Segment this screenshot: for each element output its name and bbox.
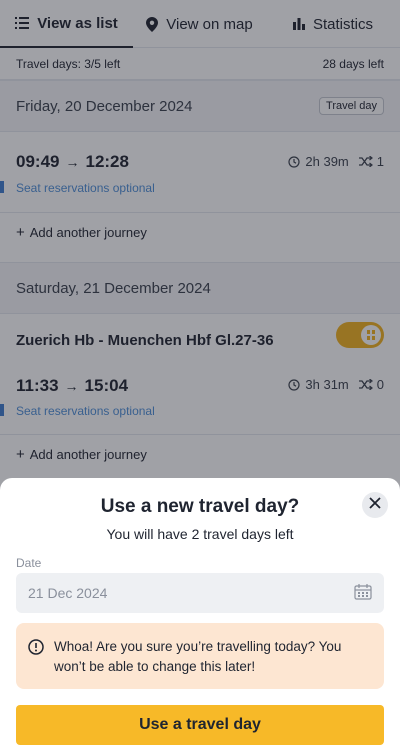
date-field[interactable]: 21 Dec 2024 <box>16 573 384 613</box>
calendar-icon <box>354 583 372 603</box>
close-button[interactable] <box>362 492 388 518</box>
close-icon <box>369 496 381 514</box>
warning-text: Whoa! Are you sure you’re travelling tod… <box>54 639 342 674</box>
app-screen: View as list View on map Statistics Trav… <box>0 0 400 750</box>
alert-circle-icon <box>28 639 44 675</box>
sheet-subtitle: You will have 2 travel days left <box>106 526 294 542</box>
use-travel-day-button[interactable]: Use a travel day <box>16 705 384 745</box>
date-label: Date <box>16 556 42 570</box>
warning-banner: Whoa! Are you sure you’re travelling tod… <box>16 623 384 689</box>
sheet-title: Use a new travel day? <box>100 496 300 517</box>
use-travel-day-sheet: Use a new travel day? You will have 2 tr… <box>0 478 400 750</box>
date-value: 21 Dec 2024 <box>28 585 108 601</box>
